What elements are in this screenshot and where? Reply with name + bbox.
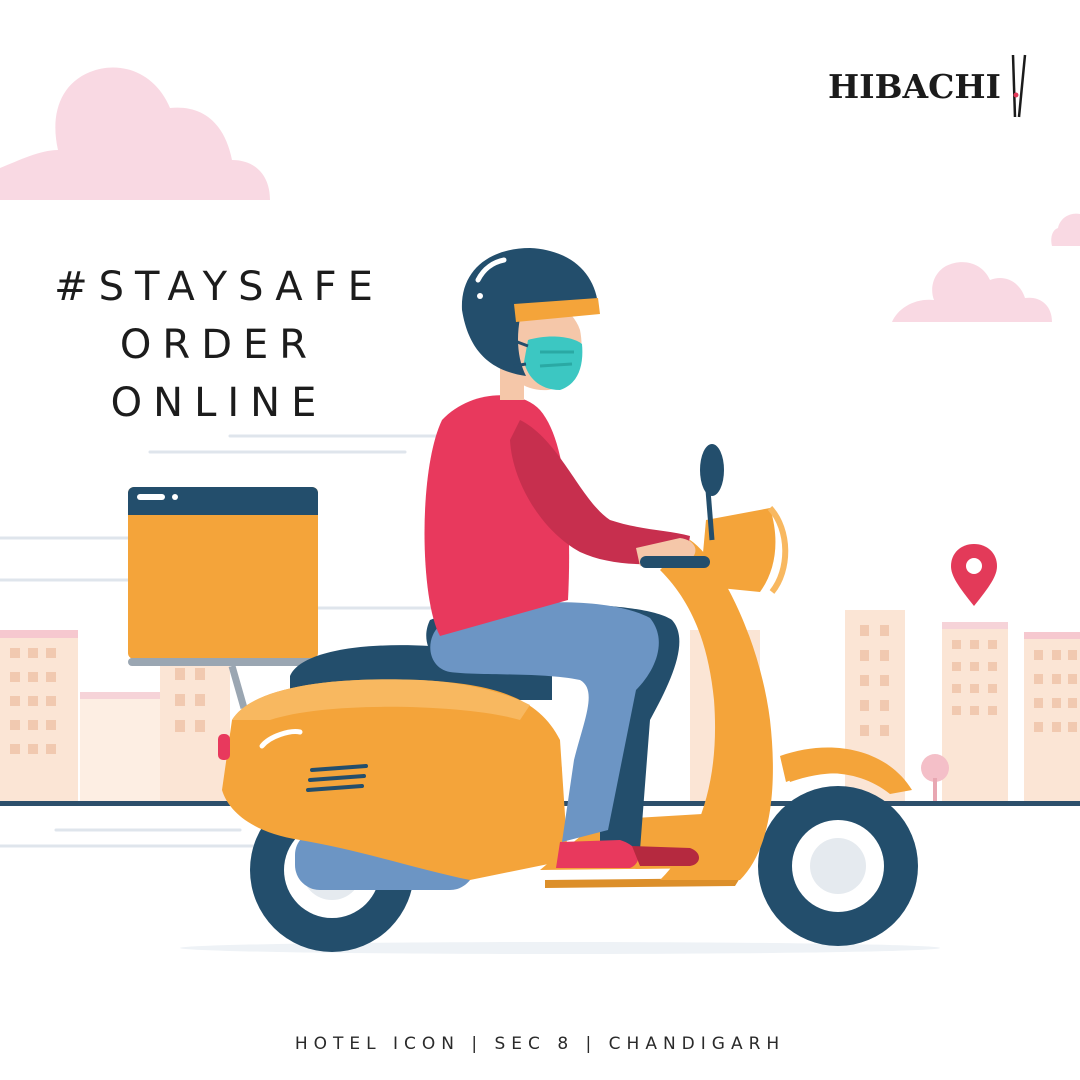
headline-line-staysafe: #STAYSAFE — [54, 264, 384, 310]
location-pin-icon — [951, 544, 997, 606]
footer-address: HOTEL ICON | SEC 8 | CHANDIGARH — [294, 1034, 786, 1054]
chopsticks-icon — [1011, 54, 1027, 118]
delivery-illustration — [0, 67, 1080, 954]
brand-name: HIBACHI — [828, 66, 1001, 106]
cloud-icon — [1051, 213, 1080, 246]
cloud-icon — [892, 262, 1052, 322]
cloud-icon — [0, 67, 270, 200]
headline-line-order: ORDER — [119, 322, 319, 368]
headline: #STAYSAFE ORDER ONLINE — [44, 258, 394, 432]
brand-logo: HIBACHI — [828, 54, 1029, 118]
front-wheel — [758, 786, 918, 946]
headline-line-online: ONLINE — [110, 380, 328, 426]
